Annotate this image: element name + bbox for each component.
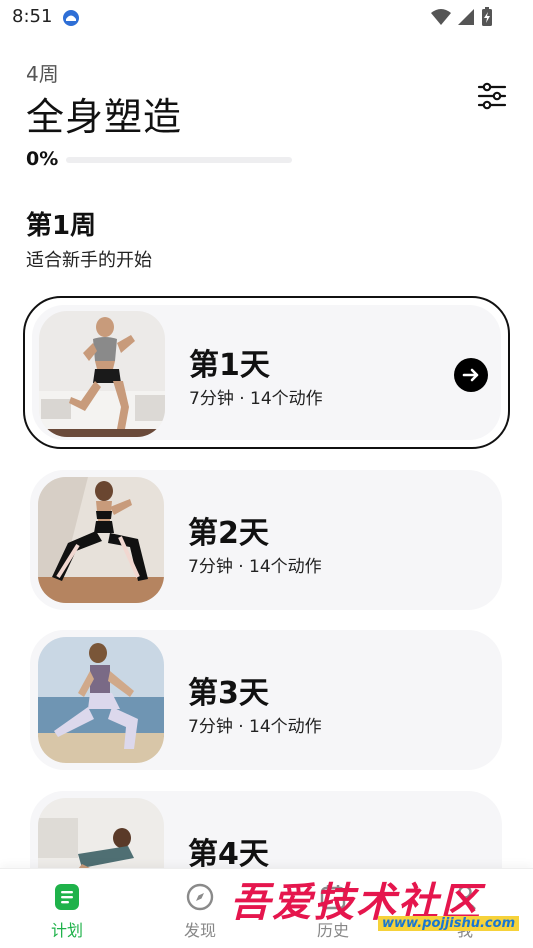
- app-notification-icon: [63, 10, 79, 26]
- compass-icon: [186, 883, 214, 911]
- week-subtitle: 适合新手的开始: [26, 250, 152, 271]
- progress-label: 0%: [26, 148, 59, 170]
- status-bar: 8:51: [0, 0, 533, 36]
- filter-settings-icon[interactable]: [476, 80, 508, 112]
- day-title: 第4天: [188, 837, 269, 872]
- nav-plan-label: 计划: [50, 921, 83, 940]
- page-title: 全身塑造: [26, 95, 183, 139]
- progress-bar: [66, 157, 292, 163]
- arrow-right-icon: [462, 368, 479, 382]
- start-day-button[interactable]: [454, 358, 488, 392]
- day-meta: 7分钟 · 14个动作: [188, 717, 322, 737]
- workout-photo: [38, 637, 164, 763]
- day-title: 第3天: [188, 676, 269, 711]
- signal-icon: [458, 9, 474, 25]
- day-title: 第1天: [189, 348, 270, 383]
- plan-icon: [55, 884, 79, 910]
- weeks-label: 4周: [26, 62, 59, 86]
- battery-icon: [482, 7, 492, 26]
- nav-plan[interactable]: 计划: [22, 883, 112, 941]
- day-card-3[interactable]: 第3天 7分钟 · 14个动作: [30, 630, 502, 770]
- day-card-2[interactable]: 第2天 7分钟 · 14个动作: [30, 470, 502, 610]
- status-time: 8:51: [12, 6, 53, 27]
- day-title: 第2天: [188, 516, 269, 551]
- wifi-icon: [431, 9, 451, 25]
- day-meta: 7分钟 · 14个动作: [189, 389, 323, 409]
- day-meta: 7分钟 · 14个动作: [188, 557, 322, 577]
- week-title: 第1周: [26, 211, 97, 241]
- workout-photo: [39, 311, 165, 437]
- watermark: 吾爱技术社区 www.pojjishu.com: [230, 870, 530, 940]
- day-card-1[interactable]: 第1天 7分钟 · 14个动作: [23, 296, 510, 449]
- workout-photo: [38, 477, 164, 603]
- watermark-url: www.pojjishu.com: [378, 916, 520, 931]
- status-icons: [431, 7, 493, 27]
